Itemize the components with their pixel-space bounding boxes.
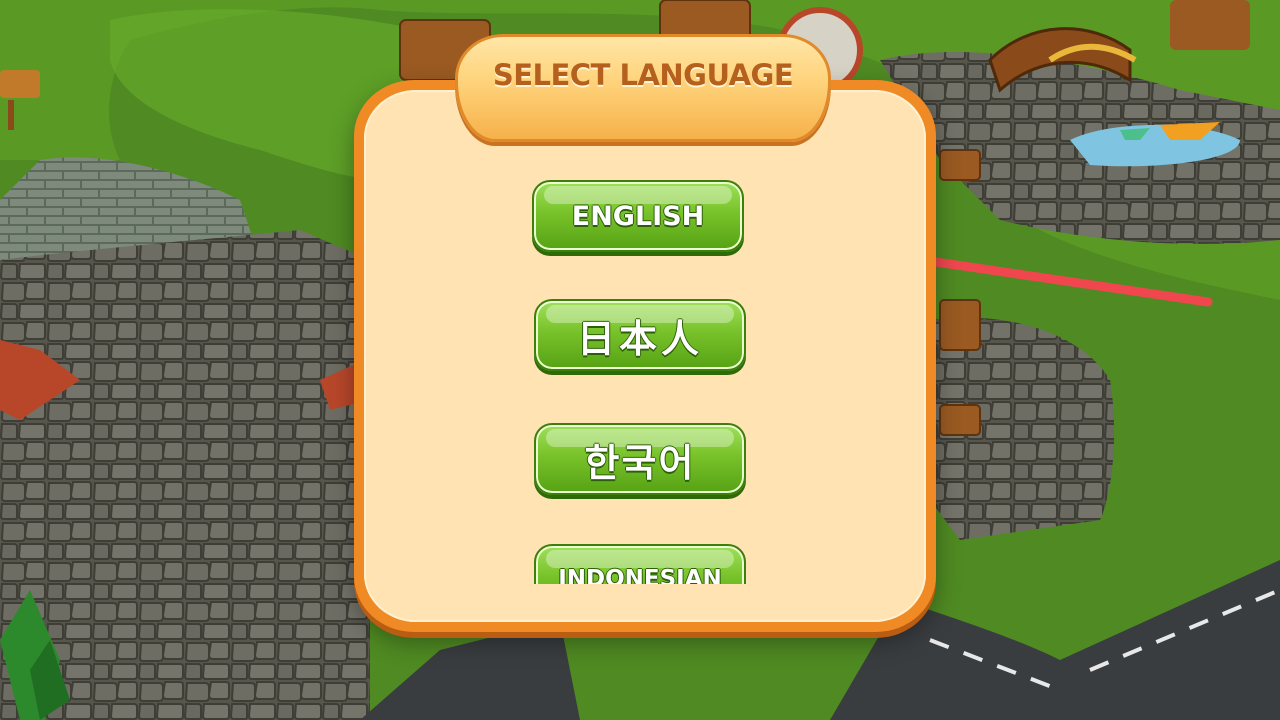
language-list-viewport: INDONESIAN	[364, 540, 924, 584]
language-button-label: 日本人	[576, 316, 703, 361]
language-button-korean[interactable]: 한국어	[534, 423, 746, 495]
language-button-label: ENGLISH	[571, 200, 705, 232]
language-button-indonesian[interactable]: INDONESIAN	[534, 544, 746, 584]
dialog-title: SELECT LANGUAGE	[492, 58, 794, 92]
language-button-english[interactable]: ENGLISH	[532, 180, 744, 252]
language-button-label: INDONESIAN	[558, 566, 722, 584]
language-button-label: 한국어	[584, 440, 696, 485]
language-button-japanese[interactable]: 日本人	[534, 299, 746, 371]
